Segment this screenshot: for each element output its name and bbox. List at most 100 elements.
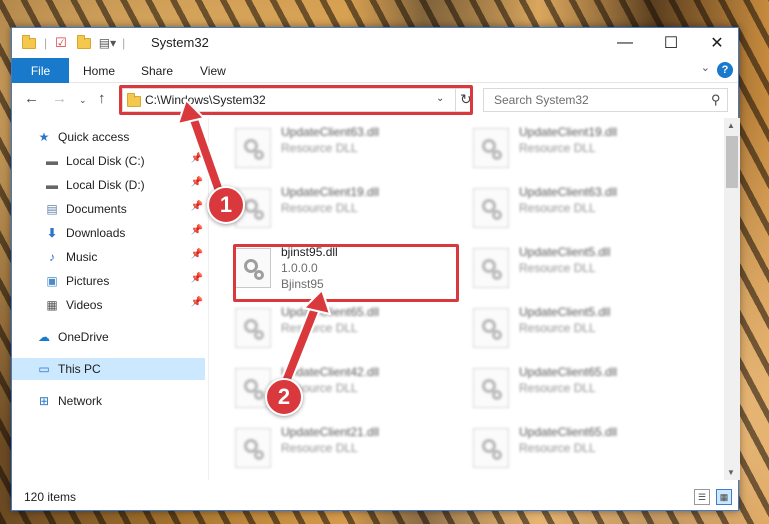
sidebar-item-label: Local Disk (D:) [66, 178, 145, 192]
details-view-icon[interactable]: ☰ [694, 489, 710, 505]
cloud-icon: ☁ [38, 330, 50, 344]
sidebar-item-documents[interactable]: ▤ Documents 📌 [12, 198, 205, 220]
sidebar-item-label: Videos [66, 298, 103, 312]
file-name: UpdateClient63.dll [281, 125, 380, 139]
item-count: 120 items [24, 490, 77, 504]
minimize-button[interactable]: — [602, 28, 648, 58]
tab-share[interactable]: Share [141, 58, 173, 83]
sidebar-item-onedrive[interactable]: ☁ OneDrive [12, 326, 205, 348]
window-title: System32 [151, 35, 209, 50]
help-button[interactable]: ? [717, 62, 733, 78]
dll-file-icon [473, 128, 509, 168]
scroll-down-arrow-icon[interactable]: ▼ [727, 468, 735, 477]
forward-arrow-icon[interactable]: → [52, 90, 67, 107]
properties-icon[interactable]: ☑ [55, 35, 67, 51]
sidebar-item-label: Downloads [66, 226, 126, 240]
file-item[interactable]: UpdateClient21.dll Resource DLL [233, 422, 433, 474]
file-name: UpdateClient65.dll [519, 425, 618, 439]
file-item[interactable]: UpdateClient19.dll Resource DLL [233, 182, 433, 234]
sidebar-item-label: Quick access [58, 130, 130, 144]
drive-icon: ▬ [46, 154, 58, 168]
maximize-button[interactable]: ☐ [648, 28, 694, 58]
file-name: UpdateClient19.dll [519, 125, 618, 139]
network-icon: ⊞ [38, 394, 50, 408]
tab-file[interactable]: File [12, 58, 69, 83]
documents-icon: ▤ [46, 202, 58, 216]
music-icon: ♪ [49, 250, 55, 264]
file-explorer-window: | ☑ ▤▾ | System32 — ☐ ✕ File Home Share … [11, 27, 740, 511]
sidebar-item-label: Music [66, 250, 98, 264]
sidebar-item-music[interactable]: ♪ Music 📌 [12, 246, 205, 268]
pin-icon: 📌 [190, 201, 203, 212]
customize-toolbar-icon[interactable]: ▤▾ [99, 36, 116, 50]
tab-home[interactable]: Home [83, 58, 115, 83]
file-item[interactable]: UpdateClient19.dll Resource DLL [471, 122, 671, 174]
status-bar: 120 items ☰ ▦ [12, 486, 738, 510]
file-description: Resource DLL [519, 381, 596, 395]
search-input[interactable]: Search System32 [494, 93, 589, 107]
file-item[interactable]: UpdateClient65.dll Resource DLL [471, 422, 671, 474]
file-description: Resource DLL [519, 201, 596, 215]
sidebar-item-videos[interactable]: ▦ Videos 📌 [12, 294, 205, 316]
sidebar-item-label: OneDrive [58, 330, 109, 344]
sidebar-item-local-disk-c[interactable]: ▬ Local Disk (C:) 📌 [12, 150, 205, 172]
file-item[interactable]: UpdateClient63.dll Resource DLL [471, 182, 671, 234]
file-item[interactable]: UpdateClient5.dll Resource DLL [471, 302, 671, 354]
sidebar-item-network[interactable]: ⊞ Network [12, 390, 205, 412]
navigation-pane: ★ Quick access ▬ Local Disk (C:) 📌 ▬ Loc… [12, 118, 208, 480]
file-description: Resource DLL [519, 321, 596, 335]
drive-icon: ▬ [46, 178, 58, 192]
recent-locations-chevron-icon[interactable]: ⌄ [79, 95, 87, 106]
tab-view[interactable]: View [200, 58, 226, 83]
close-button[interactable]: ✕ [694, 28, 740, 58]
pin-icon: 📌 [190, 225, 203, 236]
file-name: UpdateClient65.dll [519, 365, 618, 379]
pictures-icon: ▣ [46, 274, 58, 288]
file-name: UpdateClient5.dll [519, 305, 611, 319]
ribbon-tabs: File Home Share View ⌄ ? [12, 58, 738, 83]
file-description: Resource DLL [281, 141, 358, 155]
sidebar-item-pictures[interactable]: ▣ Pictures 📌 [12, 270, 205, 292]
pin-icon: 📌 [190, 273, 203, 284]
toolbar-divider: | [122, 36, 126, 50]
sidebar-item-this-pc[interactable]: ▭ This PC [12, 358, 205, 380]
file-item[interactable]: UpdateClient65.dll Resource DLL [471, 362, 671, 414]
expand-ribbon-chevron-icon[interactable]: ⌄ [701, 61, 710, 74]
dll-file-icon [473, 368, 509, 408]
sidebar-item-downloads[interactable]: ⬇ Downloads 📌 [12, 222, 205, 244]
back-arrow-icon[interactable]: ← [24, 90, 39, 107]
sidebar-item-label: Documents [66, 202, 127, 216]
file-name: UpdateClient5.dll [519, 245, 611, 259]
sidebar-item-label: Network [58, 394, 103, 408]
dll-file-icon [473, 308, 509, 348]
file-item[interactable]: UpdateClient42.dll Resource DLL [233, 362, 433, 414]
file-item[interactable]: UpdateClient65.dll Resource DLL [233, 302, 433, 354]
file-item[interactable]: UpdateClient63.dll Resource DLL [233, 122, 433, 174]
pin-icon: 📌 [190, 177, 203, 188]
vertical-scrollbar[interactable]: ▲ ▼ [724, 118, 740, 480]
pin-icon: 📌 [190, 249, 203, 260]
sidebar-item-local-disk-d[interactable]: ▬ Local Disk (D:) 📌 [12, 174, 205, 196]
dll-file-icon [473, 188, 509, 228]
quick-access-toolbar: | ☑ ▤▾ | [22, 34, 126, 51]
file-description: Resource DLL [281, 441, 358, 455]
search-icon[interactable]: ⚲ [711, 92, 721, 108]
search-box[interactable]: Search System32 ⚲ [483, 88, 728, 112]
sidebar-item-label: Local Disk (C:) [66, 154, 145, 168]
file-name: UpdateClient19.dll [281, 185, 380, 199]
navigation-bar: ← → ⌄ ↑ C:\Windows\System32 ⌄ ↻ Search S… [12, 84, 738, 116]
up-arrow-icon[interactable]: ↑ [98, 90, 106, 107]
title-bar: | ☑ ▤▾ | System32 — ☐ ✕ [12, 28, 738, 58]
file-name: UpdateClient21.dll [281, 425, 380, 439]
large-icons-view-icon[interactable]: ▦ [716, 489, 732, 505]
scrollbar-thumb[interactable] [726, 136, 738, 188]
scroll-up-arrow-icon[interactable]: ▲ [727, 121, 735, 130]
dll-file-icon [473, 248, 509, 288]
new-folder-icon[interactable] [76, 34, 91, 49]
file-name: UpdateClient65.dll [281, 305, 380, 319]
sidebar-item-quick-access[interactable]: ★ Quick access [12, 126, 205, 148]
videos-icon: ▦ [46, 298, 58, 312]
toolbar-divider: | [44, 36, 48, 50]
file-description: Resource DLL [519, 441, 596, 455]
file-item[interactable]: UpdateClient5.dll Resource DLL [471, 242, 671, 294]
